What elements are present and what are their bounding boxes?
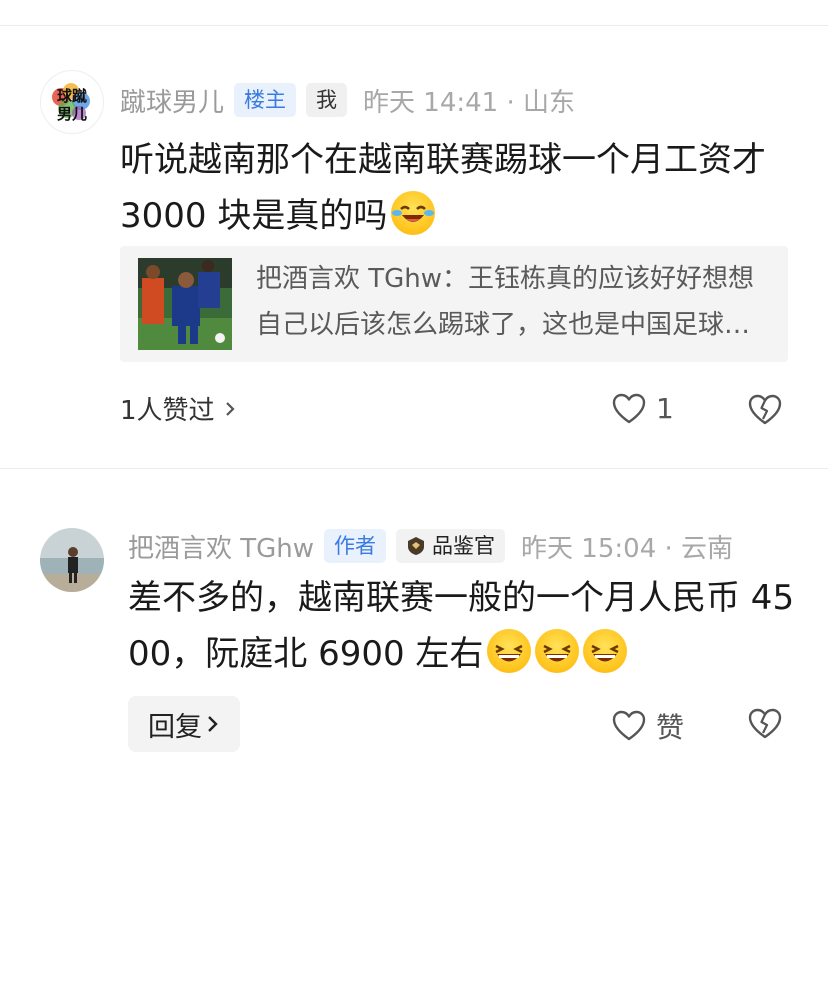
top-divider	[0, 25, 828, 26]
username[interactable]: 把酒言欢 TGhw	[128, 528, 314, 565]
comment-text[interactable]: 差不多的，越南联赛一般的一个月人民币 4500，阮庭北 6900 左右	[128, 570, 798, 682]
dislike-button[interactable]	[748, 394, 782, 430]
reply-button[interactable]: 回复	[128, 696, 240, 752]
grinning-emoji	[535, 629, 580, 673]
chevron-right-icon	[208, 716, 218, 732]
timestamp-location: 昨天 14:41 · 山东	[363, 87, 576, 118]
dislike-button[interactable]	[748, 708, 782, 744]
grinning-emoji	[487, 629, 532, 673]
me-badge: 我	[306, 83, 348, 117]
rank-badge-label: 品鉴官	[432, 534, 496, 558]
like-label: 赞	[656, 711, 685, 744]
op-badge: 楼主	[234, 83, 297, 117]
rank-shield-icon	[408, 537, 425, 555]
comment-divider	[0, 468, 828, 469]
comment-meta: 把酒言欢 TGhw 作者 品鉴官 昨天 15:04 · 云南	[128, 528, 733, 564]
avatar[interactable]	[40, 528, 104, 592]
avatar[interactable]: 球蹴 男儿	[40, 70, 104, 134]
username[interactable]: 蹴球男儿	[120, 82, 224, 119]
broken-heart-icon	[748, 708, 782, 739]
rank-badge: 品鉴官	[396, 529, 506, 563]
heart-icon	[612, 393, 646, 423]
reply-label: 回复	[148, 711, 202, 743]
svg-text:球蹴: 球蹴	[57, 87, 87, 105]
broken-heart-icon	[748, 394, 782, 425]
likers-label: 1人赞过	[120, 396, 215, 426]
quote-thumbnail	[138, 258, 232, 350]
quoted-comment[interactable]: 把酒言欢 TGhw：王钰栋真的应该好好想想自己以后该怎么踢球了，这也是中国足球最…	[120, 246, 788, 362]
svg-text:男儿: 男儿	[57, 105, 87, 123]
grinning-emoji	[583, 629, 628, 673]
like-count: 1	[656, 392, 674, 425]
chevron-right-icon	[225, 401, 235, 416]
comment-meta: 蹴球男儿 楼主 我 昨天 14:41 · 山东	[120, 82, 575, 118]
like-button[interactable]: 1	[612, 392, 674, 425]
timestamp-location: 昨天 15:04 · 云南	[521, 533, 734, 564]
author-badge: 作者	[324, 529, 387, 563]
heart-icon	[612, 710, 646, 741]
comment-text[interactable]: 听说越南那个在越南联赛踢球一个月工资才 3000 块是真的吗	[120, 132, 790, 244]
likers-link[interactable]: 1人赞过	[120, 390, 237, 427]
laughing-crying-emoji	[391, 191, 436, 235]
like-button[interactable]: 赞	[612, 706, 684, 746]
quote-text: 把酒言欢 TGhw：王钰栋真的应该好好想想自己以后该怎么踢球了，这也是中国足球最…	[256, 264, 776, 340]
